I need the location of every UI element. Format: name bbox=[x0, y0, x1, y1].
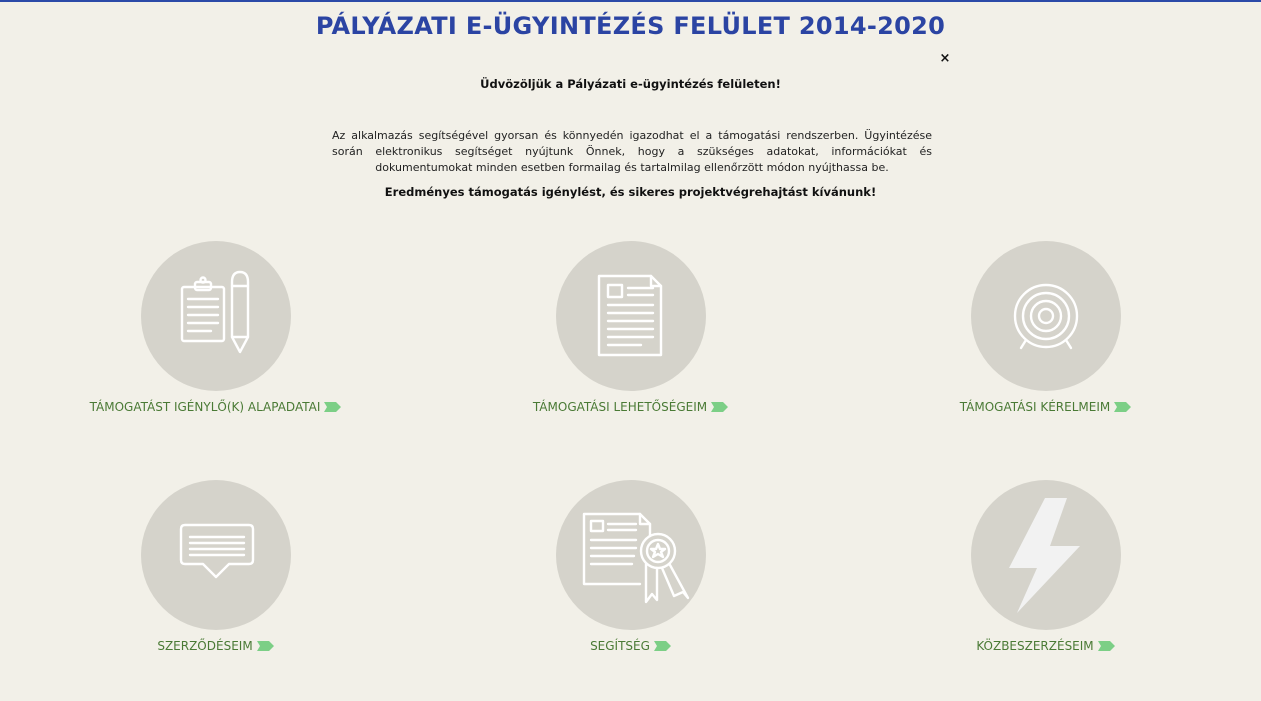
tile-funding-options: TÁMOGATÁSI LEHETŐSÉGEIM bbox=[421, 241, 841, 451]
document-icon[interactable] bbox=[556, 241, 706, 391]
arrow-right-icon bbox=[324, 402, 342, 412]
tile-label: SZERZŐDÉSEIM bbox=[157, 639, 253, 653]
tile-link-procurements[interactable]: KÖZBESZERZÉSEIM bbox=[836, 639, 1256, 653]
lightning-icon[interactable] bbox=[971, 480, 1121, 630]
arrow-right-icon bbox=[256, 641, 274, 651]
clipboard-pencil-icon[interactable] bbox=[141, 241, 291, 391]
certificate-icon[interactable] bbox=[556, 480, 706, 630]
tile-label: SEGÍTSÉG bbox=[590, 639, 650, 653]
tile-applications: TÁMOGATÁSI KÉRELMEIM bbox=[836, 241, 1256, 451]
arrow-right-icon bbox=[711, 402, 729, 412]
tile-label: KÖZBESZERZÉSEIM bbox=[976, 639, 1094, 653]
target-icon[interactable] bbox=[971, 241, 1121, 391]
speech-bubble-icon[interactable] bbox=[141, 480, 291, 630]
top-accent-bar bbox=[0, 0, 1261, 2]
tile-label: TÁMOGATÁST IGÉNYLŐ(K) ALAPADATAI bbox=[89, 400, 321, 414]
arrow-right-icon bbox=[1097, 641, 1115, 651]
tile-label: TÁMOGATÁSI LEHETŐSÉGEIM bbox=[532, 400, 708, 414]
tile-applicant-data: TÁMOGATÁST IGÉNYLŐ(K) ALAPADATAI bbox=[6, 241, 426, 451]
arrow-right-icon bbox=[653, 641, 671, 651]
tile-label: TÁMOGATÁSI KÉRELMEIM bbox=[959, 400, 1111, 414]
close-icon[interactable]: × bbox=[938, 51, 952, 67]
intro-text: Az alkalmazás segítségével gyorsan és kö… bbox=[332, 129, 932, 174]
tile-contracts: SZERZŐDÉSEIM bbox=[6, 480, 426, 690]
tile-help: SEGÍTSÉG bbox=[421, 480, 841, 690]
page-title: PÁLYÁZATI E-ÜGYINTÉZÉS FELÜLET 2014-2020 bbox=[315, 12, 946, 40]
tile-link-funding-options[interactable]: TÁMOGATÁSI LEHETŐSÉGEIM bbox=[421, 400, 841, 414]
tile-link-applications[interactable]: TÁMOGATÁSI KÉRELMEIM bbox=[836, 400, 1256, 414]
tile-link-help[interactable]: SEGÍTSÉG bbox=[421, 639, 841, 653]
welcome-title: Üdvözöljük a Pályázati e-ügyintézés felü… bbox=[480, 77, 781, 91]
tile-link-applicant-data[interactable]: TÁMOGATÁST IGÉNYLŐ(K) ALAPADATAI bbox=[6, 400, 426, 414]
tile-procurements: KÖZBESZERZÉSEIM bbox=[836, 480, 1256, 690]
tile-link-contracts[interactable]: SZERZŐDÉSEIM bbox=[6, 639, 426, 653]
arrow-right-icon bbox=[1114, 402, 1132, 412]
wish-text: Eredményes támogatás igénylést, és siker… bbox=[384, 185, 877, 199]
